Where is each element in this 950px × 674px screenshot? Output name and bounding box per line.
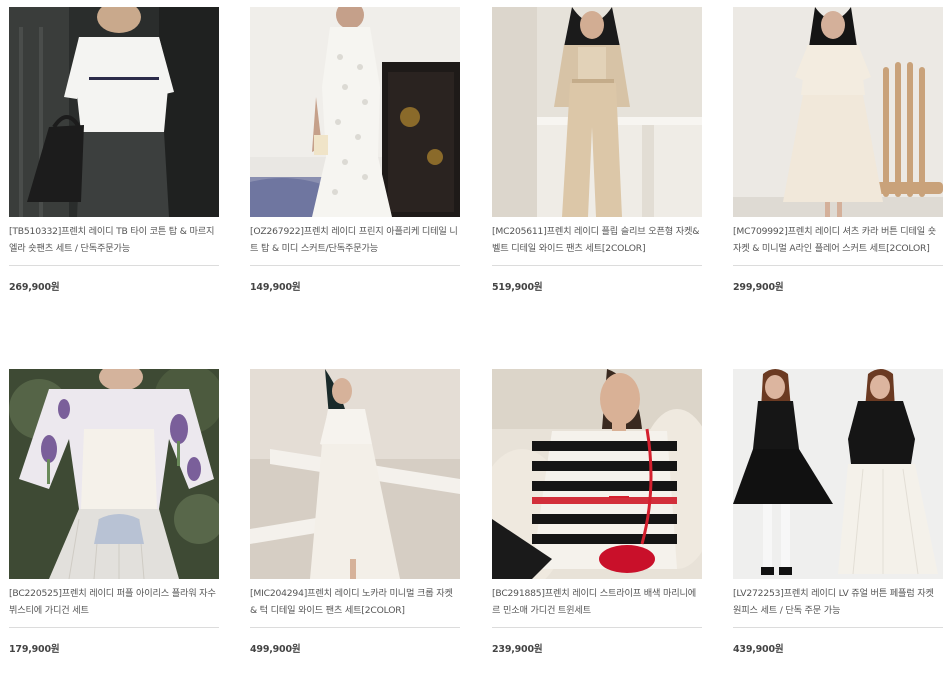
product-image[interactable] xyxy=(492,7,702,217)
divider xyxy=(9,265,219,266)
product-image[interactable] xyxy=(492,369,702,579)
product-image[interactable] xyxy=(9,369,219,579)
product-price: 439,900원 xyxy=(733,644,784,655)
product-price: 299,900원 xyxy=(733,282,784,293)
product-price: 499,900원 xyxy=(250,644,301,655)
product-name[interactable]: [LV272253]프렌치 레이디 LV 쥬얼 버튼 페플럼 자켓 원피스 세트… xyxy=(733,585,943,619)
product-name[interactable]: [MC205611]프렌치 레이디 플립 슬리브 오픈형 자켓& 벨트 디테일 … xyxy=(492,223,702,257)
product-price: 149,900원 xyxy=(250,282,301,293)
product-name[interactable]: [MC709992]프렌치 레이디 셔츠 카라 버튼 디테일 숏자켓 & 미니멀… xyxy=(733,223,943,257)
product-name[interactable]: [OZ267922]프렌치 레이디 프린지 아플리케 디테일 니트 탑 & 미디… xyxy=(250,223,460,257)
product-image[interactable] xyxy=(250,369,460,579)
product-image[interactable] xyxy=(9,7,219,217)
product-name[interactable]: [BC220525]프렌치 레이디 퍼플 아이리스 플라워 자수 뷔스티에 가디… xyxy=(9,585,219,619)
product-name[interactable]: [TB510332]프렌치 레이디 TB 타이 코튼 탑 & 마르지엘라 숏팬츠… xyxy=(9,223,219,257)
divider xyxy=(733,627,943,628)
product-image[interactable] xyxy=(733,369,943,579)
product-name[interactable]: [BC291885]프렌치 레이디 스트라이프 배색 마리니에 르 민소매 가디… xyxy=(492,585,702,619)
divider xyxy=(492,265,702,266)
product-name[interactable]: [MIC204294]프렌치 레이디 노카라 미니멀 크롭 자켓 & 턱 디테일… xyxy=(250,585,460,619)
product-image[interactable] xyxy=(250,7,460,217)
divider xyxy=(250,265,460,266)
product-price: 269,900원 xyxy=(9,282,60,293)
divider xyxy=(250,627,460,628)
product-price: 519,900원 xyxy=(492,282,543,293)
divider xyxy=(492,627,702,628)
product-price: 239,900원 xyxy=(492,644,543,655)
product-price: 179,900원 xyxy=(9,644,60,655)
divider xyxy=(9,627,219,628)
divider xyxy=(733,265,943,266)
product-image[interactable] xyxy=(733,7,943,217)
